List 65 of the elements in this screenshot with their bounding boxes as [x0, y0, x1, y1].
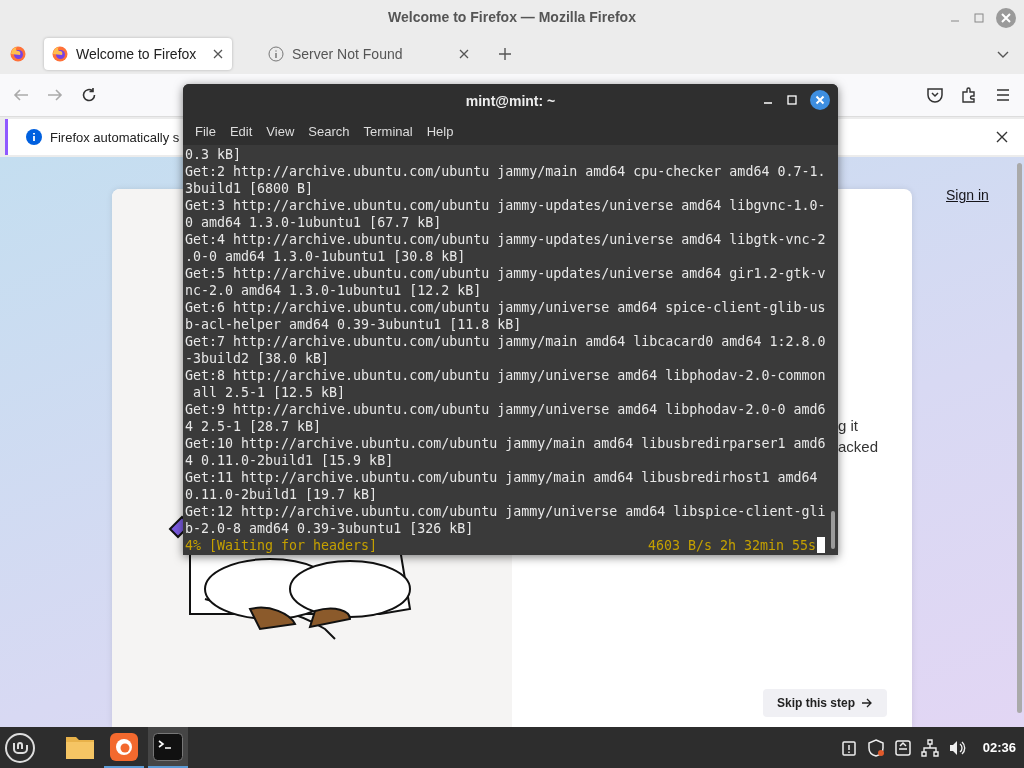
menu-item[interactable]: Help — [419, 123, 461, 139]
reload-icon[interactable] — [80, 86, 98, 104]
new-tab-icon[interactable] — [498, 47, 512, 61]
progress-status: 4% [Waiting for headers] — [185, 537, 378, 554]
notification-text: Firefox automatically s — [50, 129, 180, 145]
terminal-line: nc-2.0 amd64 1.3.0-1ubuntu1 [12.2 kB] — [185, 282, 483, 299]
browser-tab[interactable]: Welcome to Firefox — [44, 38, 232, 70]
close-icon[interactable] — [810, 90, 830, 110]
terminal-line: all 2.5-1 [12.5 kB] — [192, 384, 347, 401]
menu-icon[interactable] — [994, 86, 1012, 104]
terminal-line: -3build2 [38.0 kB] — [185, 350, 331, 367]
terminal-line: Get:4 http://archive.ubuntu.com/ubuntu jammy-updates/universe amd64 libgtk-vnc-2 — [185, 231, 827, 248]
terminal-line: Get:9 http://archive.ubuntu.com/ubuntu jammy/universe amd64 libphodav-2.0-0 amd6 — [185, 401, 827, 418]
info-icon — [26, 129, 42, 145]
window-title: Welcome to Firefox — Mozilla Firefox — [388, 9, 636, 25]
terminal-line: 3build1 [6800 B] — [185, 180, 315, 197]
browser-tab[interactable]: Server Not Found — [260, 38, 478, 70]
mint-menu-icon[interactable] — [4, 731, 36, 764]
puzzle-icon[interactable] — [960, 86, 978, 104]
clock: 02:36 — [982, 740, 1016, 755]
body-text: g it — [838, 417, 859, 434]
close-icon[interactable] — [212, 48, 224, 60]
terminal-line: 4 0.11.0-2build1 [15.9 kB] — [185, 452, 395, 469]
menu-item[interactable]: File — [188, 123, 223, 139]
terminal-line: Get:3 http://archive.ubuntu.com/ubuntu jammy-updates/universe amd64 libgvnc-1.0- — [185, 197, 827, 214]
network-icon[interactable] — [920, 738, 939, 757]
terminal-line: b-2.0-8 amd64 0.39-3ubuntu1 [326 kB] — [185, 520, 475, 537]
download-speed: 4603 B/s 2h 32min 55s — [647, 537, 816, 554]
menu-item[interactable]: Search — [301, 123, 357, 139]
terminal-line: Get:12 http://archive.ubuntu.com/ubuntu jammy/universe amd64 libspice-client-gli — [185, 503, 827, 520]
sign-in-link[interactable]: Sign in — [946, 187, 989, 203]
info-icon — [268, 46, 284, 62]
terminal-line: Get:11 http://archive.ubuntu.com/ubuntu jammy/main amd64 libusbredirhost1 amd64 — [185, 469, 819, 486]
body-text: acked — [838, 438, 880, 455]
terminal-line: Get:2 http://archive.ubuntu.com/ubuntu jammy/main amd64 cpu-checker amd64 0.7-1. — [185, 163, 827, 180]
terminal-line: Get:6 http://archive.ubuntu.com/ubuntu jammy/universe amd64 spice-client-glib-us — [185, 299, 827, 316]
maximize-icon[interactable] — [786, 94, 798, 106]
firefox-icon — [110, 732, 138, 761]
arrow-right-icon — [861, 698, 873, 708]
terminal-line: Get:5 http://archive.ubuntu.com/ubuntu jammy-updates/universe amd64 gir1.2-gtk-v — [185, 265, 827, 282]
terminal-line: Get:8 http://archive.ubuntu.com/ubuntu jammy/universe amd64 libphodav-2.0-common — [185, 367, 827, 384]
close-icon[interactable] — [996, 131, 1008, 143]
scrollbar-thumb[interactable] — [1017, 163, 1022, 713]
terminal-line: b-acl-helper amd64 0.39-3ubuntu1 [11.8 kB] — [185, 316, 523, 333]
pocket-icon[interactable] — [926, 86, 944, 104]
shield-icon[interactable] — [866, 738, 885, 757]
terminal-line: Get:10 http://archive.ubuntu.com/ubuntu jammy/main amd64 libusbredirparser1 amd6 — [185, 435, 827, 452]
menu-item[interactable]: View — [259, 123, 302, 139]
menu-item[interactable]: Edit — [222, 123, 260, 139]
terminal-line: 4 2.5-1 [28.7 kB] — [185, 418, 323, 435]
text-cursor — [817, 537, 825, 553]
terminal-line: .0-0 amd64 1.3.0-1ubuntu1 [30.8 kB] — [185, 248, 467, 265]
terminal-title: mint@mint: ~ — [465, 92, 556, 109]
terminal-icon — [153, 732, 183, 761]
firefox-view-icon — [10, 46, 26, 62]
terminal-line: 0 amd64 1.3.0-1ubuntu1 [67.7 kB] — [185, 214, 443, 231]
firefox-icon — [52, 46, 68, 62]
scrollbar-thumb[interactable] — [831, 511, 835, 549]
close-icon[interactable] — [458, 48, 470, 60]
terminal-line: 0.11.0-2build1 [19.7 kB] — [185, 486, 379, 503]
taskbar-app[interactable] — [148, 727, 188, 768]
skip-button[interactable]: Skip this step — [762, 689, 887, 717]
terminal-line: 0.3 kB] — [185, 146, 243, 163]
terminal-line: Get:7 http://archive.ubuntu.com/ubuntu jammy/main amd64 libcacard0 amd64 1:2.8.0 — [185, 333, 827, 350]
menu-item[interactable]: Terminal — [356, 123, 420, 139]
